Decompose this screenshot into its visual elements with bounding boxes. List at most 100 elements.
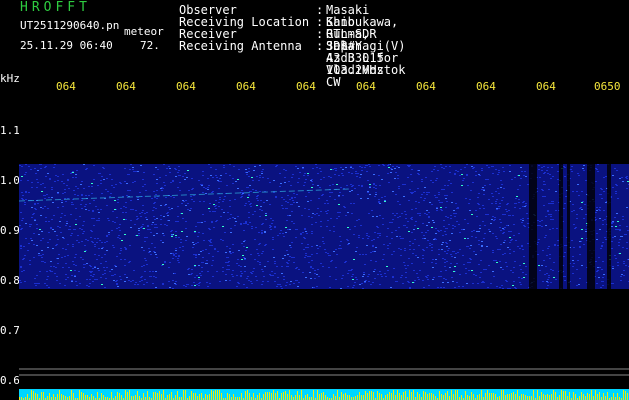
signal-speckle — [199, 222, 201, 223]
signal-speckle — [621, 274, 623, 275]
signal-speckle — [186, 236, 188, 237]
signal-speckle — [522, 202, 524, 203]
signal-speckle — [338, 248, 340, 249]
signal-speckle — [60, 217, 62, 218]
signal-speckle — [396, 166, 398, 167]
signal-speckle — [443, 168, 445, 169]
signal-speckle — [615, 191, 617, 192]
signal-speckle — [259, 243, 261, 244]
signal-speckle — [492, 173, 494, 174]
signal-speckle — [74, 270, 76, 271]
signal-speckle — [36, 179, 38, 180]
signal-speckle — [119, 182, 121, 183]
signal-speckle — [257, 253, 259, 254]
signal-speckle — [135, 210, 137, 211]
signal-speckle — [485, 214, 487, 215]
level-bar — [163, 390, 164, 400]
signal-speckle — [124, 259, 126, 260]
signal-speckle — [153, 203, 155, 204]
signal-speckle — [130, 164, 132, 165]
level-bar — [247, 390, 248, 400]
level-bar — [209, 394, 210, 400]
signal-speckle — [156, 218, 158, 219]
signal-speckle — [422, 280, 424, 281]
signal-speckle — [129, 261, 131, 262]
signal-speckle — [361, 186, 363, 187]
signal-speckle — [547, 285, 549, 286]
signal-speckle — [483, 189, 485, 190]
signal-speckle — [218, 188, 220, 189]
signal-speckle — [116, 256, 118, 257]
signal-speckle — [437, 170, 439, 171]
signal-speckle — [187, 269, 189, 270]
signal-speckle — [345, 261, 347, 262]
signal-speckle — [94, 238, 96, 239]
signal-speckle — [279, 186, 281, 187]
signal-speckle — [112, 221, 114, 222]
signal-speckle — [441, 244, 443, 245]
signal-speckle — [286, 282, 288, 283]
signal-speckle — [434, 195, 436, 196]
signal-speckle — [101, 242, 103, 243]
signal-speckle — [436, 178, 438, 179]
signal-speckle — [104, 254, 106, 255]
signal-speckle — [259, 264, 261, 265]
signal-speckle — [144, 237, 146, 238]
signal-speckle — [463, 178, 465, 179]
level-bar — [479, 394, 480, 400]
signal-speckle — [53, 167, 55, 168]
signal-speckle — [352, 185, 354, 186]
signal-speckle — [579, 247, 581, 248]
signal-speckle — [240, 224, 242, 225]
signal-speckle — [487, 214, 489, 215]
signal-speckle — [462, 180, 464, 181]
signal-speckle — [94, 246, 96, 247]
signal-speckle — [581, 238, 583, 239]
signal-speckle — [198, 265, 200, 266]
signal-speckle — [71, 233, 73, 234]
signal-speckle — [185, 286, 187, 287]
signal-speckle — [545, 216, 547, 217]
signal-speckle — [53, 215, 55, 216]
signal-speckle — [312, 184, 314, 185]
signal-speckle — [163, 182, 165, 183]
level-bar — [35, 393, 36, 400]
signal-speckle — [615, 184, 617, 185]
signal-speckle — [92, 276, 94, 277]
signal-speckle — [329, 196, 331, 197]
signal-speckle — [193, 201, 195, 202]
signal-speckle — [266, 200, 268, 201]
signal-speckle — [20, 282, 22, 283]
signal-speckle — [375, 188, 377, 189]
signal-speckle — [218, 202, 220, 203]
signal-speckle — [177, 216, 179, 217]
signal-speckle — [222, 201, 224, 202]
signal-speckle — [549, 254, 551, 255]
signal-speckle — [424, 238, 426, 239]
signal-speckle — [363, 272, 365, 273]
signal-speckle — [525, 274, 527, 275]
level-bar — [533, 390, 534, 400]
signal-speckle — [483, 238, 485, 239]
signal-speckle — [387, 173, 389, 174]
signal-speckle — [310, 200, 312, 201]
signal-speckle — [614, 236, 616, 237]
signal-speckle — [537, 254, 539, 255]
signal-speckle — [509, 288, 511, 289]
level-bar — [613, 393, 614, 400]
signal-speckle — [572, 260, 574, 261]
signal-speckle — [361, 170, 363, 171]
signal-speckle — [585, 180, 587, 181]
signal-speckle — [126, 195, 128, 196]
signal-speckle — [54, 181, 56, 182]
signal-speckle — [366, 235, 368, 236]
level-bar — [201, 393, 202, 400]
signal-speckle — [396, 213, 398, 214]
signal-speckle — [91, 186, 93, 187]
signal-speckle — [311, 187, 313, 188]
signal-speckle — [509, 242, 511, 243]
signal-speckle — [410, 192, 412, 193]
signal-speckle — [319, 168, 321, 169]
signal-speckle — [112, 245, 114, 246]
signal-speckle — [356, 220, 358, 221]
